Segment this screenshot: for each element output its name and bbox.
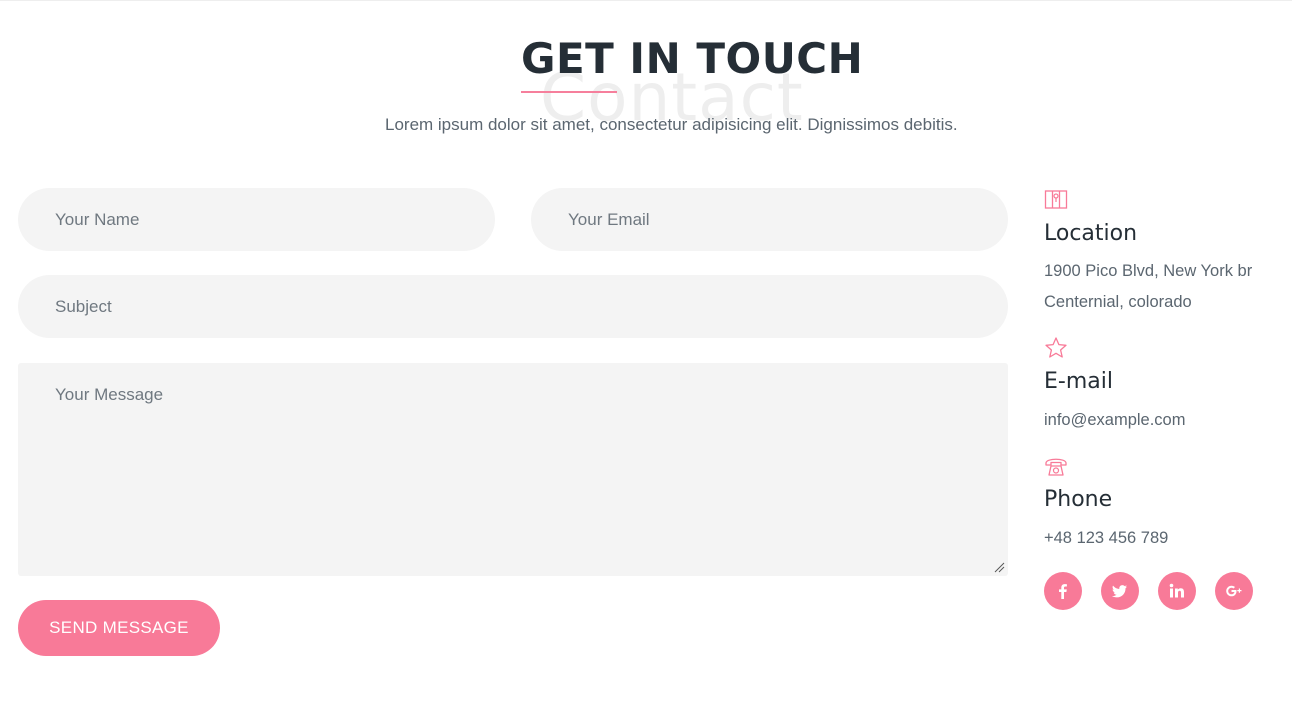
star-icon: [1044, 336, 1068, 360]
location-line-2: Centernial, colorado: [1044, 293, 1192, 311]
top-divider: [0, 0, 1292, 1]
message-textarea[interactable]: [18, 363, 1008, 576]
subject-input[interactable]: [18, 275, 1008, 338]
location-title: Location: [1044, 221, 1138, 246]
linkedin-icon[interactable]: [1158, 572, 1196, 610]
resize-handle-icon[interactable]: [993, 561, 1005, 573]
email-value[interactable]: info@example.com: [1044, 405, 1292, 436]
name-input[interactable]: [18, 188, 495, 251]
location-line-1: 1900 Pico Blvd, New York br: [1044, 262, 1253, 280]
facebook-icon[interactable]: [1044, 572, 1082, 610]
send-message-button[interactable]: SEND MESSAGE: [18, 600, 220, 656]
email-input[interactable]: [531, 188, 1008, 251]
section-subtitle: Lorem ipsum dolor sit amet, consectetur …: [385, 115, 958, 134]
telephone-icon: [1044, 454, 1068, 478]
phone-value[interactable]: +48 123 456 789: [1044, 523, 1292, 554]
twitter-icon[interactable]: [1101, 572, 1139, 610]
contact-section: Contact GET IN TOUCH Lorem ipsum dolor s…: [0, 0, 1292, 720]
title-underline: [521, 91, 617, 93]
google-plus-icon[interactable]: [1215, 572, 1253, 610]
phone-title: Phone: [1044, 487, 1113, 512]
email-title: E-mail: [1044, 369, 1113, 394]
section-title: GET IN TOUCH: [521, 34, 864, 83]
map-icon: [1044, 188, 1068, 212]
